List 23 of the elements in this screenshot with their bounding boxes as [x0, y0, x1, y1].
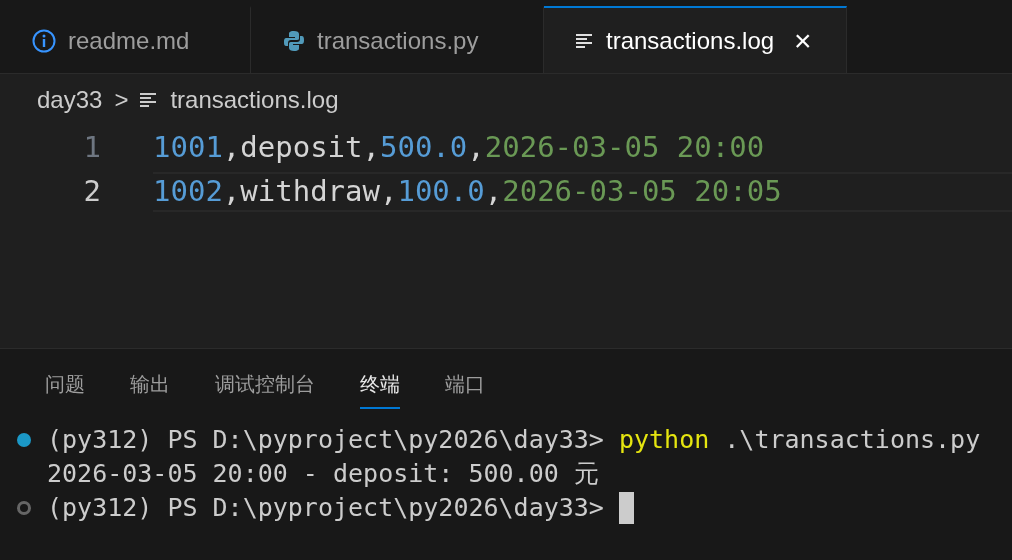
panel-tab[interactable]: 终端 — [360, 369, 400, 409]
line-number: 2 — [82, 173, 101, 211]
text-file-icon — [140, 92, 159, 108]
panel-tab[interactable]: 输出 — [130, 369, 170, 409]
panel-tab[interactable]: 问题 — [45, 369, 85, 409]
command-pending-circle[interactable] — [15, 500, 32, 516]
text-file-icon — [576, 32, 594, 49]
editor-tab[interactable]: transactions.log × — [544, 6, 847, 73]
breadcrumb-separator: > — [114, 85, 129, 115]
python-icon — [283, 29, 305, 52]
breadcrumb-folder[interactable]: day33 — [37, 82, 103, 118]
line-number: 1 — [82, 129, 101, 167]
terminal-line: 2026-03-05 20:00 - deposit: 500.00 元 — [47, 458, 599, 491]
code-line: 1001,deposit,500.0,2026-03-05 20:00 — [153, 129, 766, 167]
panel-tab[interactable]: 调试控制台 — [215, 369, 315, 409]
command-success-dot[interactable] — [15, 432, 32, 448]
terminal-line: (py312) PS D:\pyproject\py2026\day33> — [47, 492, 605, 525]
terminal-line: (py312) PS D:\pyproject\py2026\day33> python .\transactions.py — [47, 424, 981, 457]
info-icon — [32, 28, 56, 53]
code-line: 1002,withdraw,100.0,2026-03-05 20:05 — [153, 172, 1012, 212]
close-button[interactable]: × — [794, 25, 812, 56]
panel-tab[interactable]: 端口 — [445, 369, 485, 409]
breadcrumb-file[interactable]: transactions.log — [170, 82, 339, 118]
